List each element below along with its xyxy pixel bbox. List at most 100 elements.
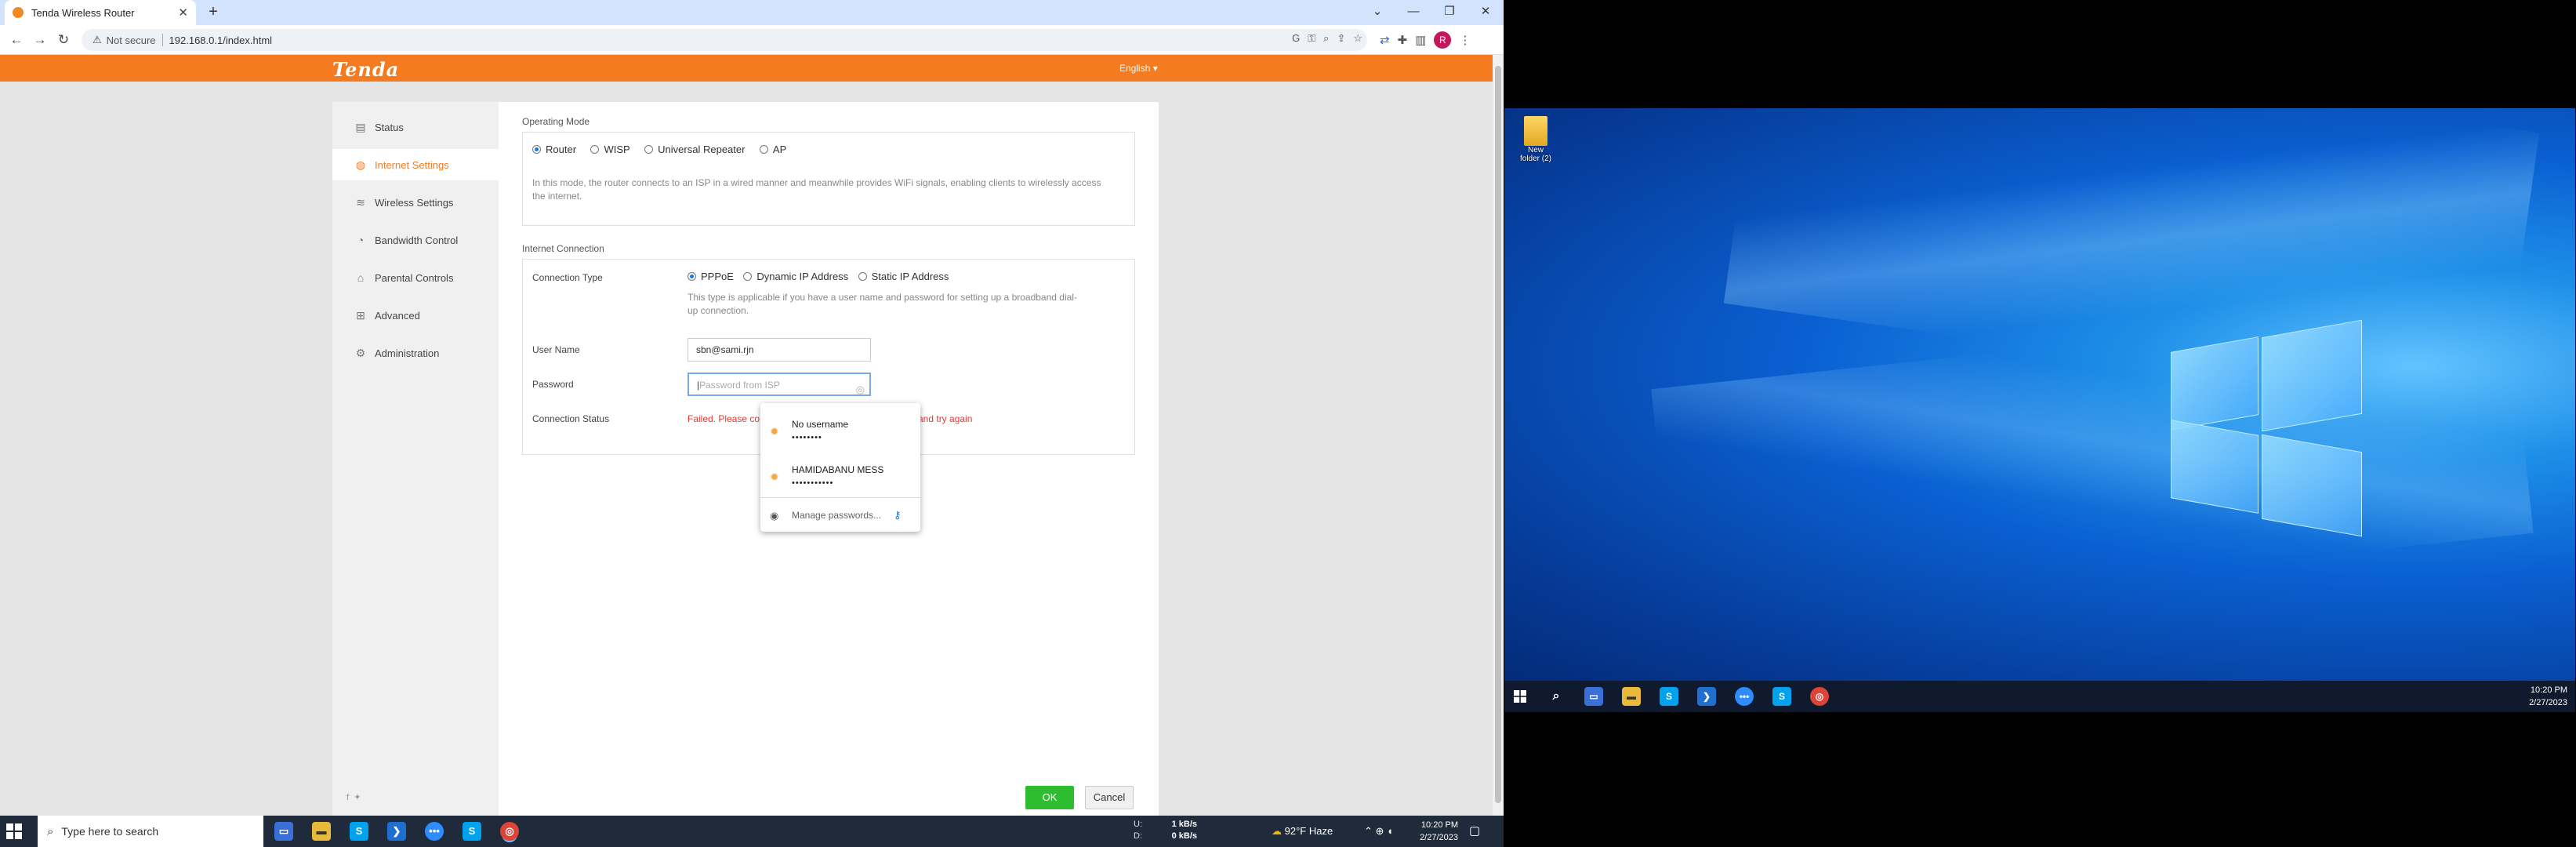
sidebar-item-wireless-settings[interactable]: ≋ Wireless Settings xyxy=(332,187,499,218)
eye-icon[interactable]: ◎ xyxy=(856,379,865,401)
windows-start-icon[interactable] xyxy=(6,823,22,839)
taskbar-clock[interactable]: 10:20 PM 2/27/2023 xyxy=(1411,819,1458,844)
sidebar-item-administration[interactable]: ⚙ Administration xyxy=(332,337,499,369)
tab-search-chevron-icon[interactable]: ⌄ xyxy=(1359,0,1395,25)
username-field[interactable]: sbn@sami.rjn xyxy=(688,338,871,362)
radio-label: Static IP Address xyxy=(871,271,949,282)
radio-router[interactable]: Router xyxy=(532,144,576,155)
task-view-icon[interactable]: ▭ xyxy=(274,822,293,841)
system-tray[interactable]: ⌃ ⊕ ◖ xyxy=(1364,825,1393,838)
browser-tab[interactable]: Tenda Wireless Router ✕ xyxy=(5,0,196,25)
saved-password-entry[interactable]: ✹ No username •••••••• xyxy=(760,408,920,450)
sidebar-item-advanced[interactable]: ⊞ Advanced xyxy=(332,300,499,331)
radio-static-ip[interactable]: Static IP Address xyxy=(858,271,949,282)
manage-passwords-link[interactable]: ◉ Manage passwords... ⚷ xyxy=(760,502,920,529)
new-tab-button[interactable]: + xyxy=(204,3,223,22)
radio-wisp[interactable]: WISP xyxy=(590,144,630,155)
radio-circle xyxy=(759,145,768,154)
connection-status-label: Connection Status xyxy=(532,413,610,424)
gear-icon: ⚙ xyxy=(355,347,366,359)
key-icon[interactable]: ⚿ xyxy=(1308,32,1315,45)
radio-dynamic-ip[interactable]: Dynamic IP Address xyxy=(743,271,848,282)
extensions-puzzle-icon[interactable]: ✚ xyxy=(1398,33,1408,47)
skype-icon-2[interactable]: S xyxy=(1772,687,1791,706)
primary-monitor: Tenda Wireless Router ✕ + ⌄ — ❐ ✕ ← → ↻ … xyxy=(0,0,1504,847)
password-placeholder: Password from ISP xyxy=(699,380,780,391)
operating-mode-box: Router WISP Universal Repeater AP In thi… xyxy=(522,132,1135,226)
saved-password-entry[interactable]: ✹ HAMIDABANU MESS ••••••••••• xyxy=(760,453,920,496)
skype-icon-2[interactable]: S xyxy=(463,822,481,841)
address-bar[interactable]: ⚠ Not secure 192.168.0.1/index.html G ⚿ … xyxy=(82,29,1367,51)
taskbar-search-box[interactable]: ⌕ Type here to search xyxy=(38,816,263,847)
network-icon[interactable]: ⊕ xyxy=(1376,825,1384,837)
desktop-folder[interactable]: New folder (2) xyxy=(1518,116,1553,177)
sidebar-item-label: Wireless Settings xyxy=(375,196,454,209)
skype-icon[interactable]: S xyxy=(350,822,368,841)
bookmark-star-icon[interactable]: ☆ xyxy=(1353,32,1362,45)
share-icon[interactable]: ⇪ xyxy=(1337,32,1345,45)
chevron-up-icon[interactable]: ⌃ xyxy=(1364,825,1373,837)
vscode-icon[interactable]: ❯ xyxy=(387,822,406,841)
password-label: Password xyxy=(532,379,574,390)
back-button[interactable]: ← xyxy=(8,31,25,49)
router-page: Tenda English ▾ ▤ Status ◍ Internet Settin… xyxy=(0,55,1493,816)
windows-start-icon[interactable] xyxy=(1514,690,1526,703)
ok-button[interactable]: OK xyxy=(1025,786,1074,809)
weather-widget[interactable]: ☁ 92°F Haze xyxy=(1272,825,1333,838)
page-scrollbar[interactable] xyxy=(1493,55,1504,816)
logo-pane xyxy=(2262,319,2362,432)
password-field[interactable]: |Password from ISP ◎ xyxy=(688,373,871,396)
facebook-icon[interactable]: f xyxy=(346,793,349,802)
saved-username: HAMIDABANU MESS xyxy=(792,464,884,475)
sidebar-item-label: Administration xyxy=(375,347,440,359)
profile-avatar[interactable]: R xyxy=(1434,31,1452,49)
menu-kebab-icon[interactable]: ⋮ xyxy=(1459,33,1471,47)
volume-icon[interactable]: ◖ xyxy=(1387,825,1393,837)
sidebar-item-label: Advanced xyxy=(375,309,420,322)
language-selector[interactable]: English ▾ xyxy=(1119,63,1158,74)
zoom-icon[interactable]: ⌕ xyxy=(1323,32,1329,45)
clock-time: 10:20 PM xyxy=(2530,685,2567,695)
sidebar-item-bandwidth-control[interactable]: ◔ Bandwidth Control xyxy=(332,224,499,256)
reload-button[interactable]: ↻ xyxy=(55,31,72,49)
secondary-clock[interactable]: 10:20 PM 2/27/2023 xyxy=(2523,684,2567,709)
chrome-icon[interactable]: ◎ xyxy=(500,822,519,841)
radio-ap[interactable]: AP xyxy=(759,144,786,155)
parental-icon: ⌂ xyxy=(357,271,365,284)
side-panel-icon[interactable]: ▥ xyxy=(1415,33,1426,47)
radio-circle xyxy=(858,272,867,281)
skype-icon[interactable]: S xyxy=(1660,687,1678,706)
taskbar: ⌕ Type here to search ▭ ▬ S ❯ ••• S ◎ U:… xyxy=(0,816,1504,847)
twitter-icon[interactable]: ✦ xyxy=(354,793,361,802)
scrollbar-thumb[interactable] xyxy=(1495,66,1501,803)
cancel-button[interactable]: Cancel xyxy=(1085,786,1134,809)
file-explorer-icon[interactable]: ▬ xyxy=(1622,687,1641,706)
search-icon: ⌕ xyxy=(47,824,54,838)
social-links: f ✦ xyxy=(346,792,361,802)
restore-button[interactable]: ❐ xyxy=(1431,0,1468,25)
sidebar-item-label: Parental Controls xyxy=(375,271,454,284)
radio-universal-repeater[interactable]: Universal Repeater xyxy=(644,144,745,155)
sidebar-item-internet-settings[interactable]: ◍ Internet Settings xyxy=(332,149,499,180)
language-label: English xyxy=(1119,63,1151,74)
translate-icon[interactable]: ⇄ xyxy=(1380,33,1390,47)
task-view-icon[interactable]: ▭ xyxy=(1584,687,1603,706)
vscode-icon[interactable]: ❯ xyxy=(1697,687,1716,706)
grid-icon: ⊞ xyxy=(356,309,365,322)
close-window-button[interactable]: ✕ xyxy=(1468,0,1504,25)
chat-app-icon[interactable]: ••• xyxy=(1735,687,1754,706)
chrome-icon[interactable]: ◎ xyxy=(1810,687,1829,706)
radio-pppoe[interactable]: PPPoE xyxy=(688,271,734,282)
forward-button[interactable]: → xyxy=(31,31,49,49)
security-label: Not secure xyxy=(106,34,156,46)
chat-app-icon[interactable]: ••• xyxy=(425,822,444,841)
file-explorer-icon[interactable]: ▬ xyxy=(312,822,331,841)
notification-icon[interactable]: ▢ xyxy=(1469,823,1480,838)
sidebar-item-parental-controls[interactable]: ⌂ Parental Controls xyxy=(332,262,499,293)
minimize-button[interactable]: — xyxy=(1395,0,1431,25)
search-icon[interactable]: ⌕ xyxy=(1547,687,1566,706)
google-icon[interactable]: G xyxy=(1292,32,1300,45)
close-tab-icon[interactable]: ✕ xyxy=(178,5,188,20)
sidebar-item-status[interactable]: ▤ Status xyxy=(332,111,499,143)
router-header: Tenda English ▾ xyxy=(0,55,1493,82)
